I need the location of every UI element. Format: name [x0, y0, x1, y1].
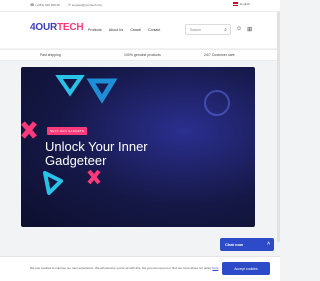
x-shape [87, 169, 101, 185]
site-logo[interactable]: 4OURTECH [30, 22, 84, 33]
phone-icon: ☎ [30, 3, 35, 7]
hero-badge: NEXT-GEN GADGETS [47, 127, 88, 135]
phone-contact[interactable]: ☎(+351) 220 309 00 [30, 3, 60, 7]
flag-icon [233, 2, 239, 6]
chevron-up-icon: ˄ [267, 241, 270, 247]
x-shape [21, 121, 37, 139]
nav-products[interactable]: Products [88, 28, 102, 32]
phone-number: (+351) 220 309 00 [35, 3, 60, 7]
triangle-shape [86, 78, 118, 104]
cookie-message-text: We use cookies to improve our user exper… [30, 266, 218, 270]
nav-contact[interactable]: Contact [148, 28, 160, 32]
cookie-banner: We use cookies to improve our user exper… [0, 256, 280, 281]
nav-cancel[interactable]: Cancel [130, 28, 141, 32]
logo-main-text: 4OUR [30, 22, 57, 33]
hero-banner[interactable]: NEXT-GEN GADGETS Unlock Your Inner Gadge… [21, 67, 255, 227]
page-scrollbar[interactable] [277, 12, 280, 242]
benefit-genuine-products: 100% genuine products [124, 53, 161, 57]
logo-accent-text: TECH [56, 22, 84, 33]
language-selector[interactable]: English [233, 2, 250, 6]
email-address: support@yourtech.tiny [71, 3, 102, 7]
chat-label: Chat now [225, 242, 243, 247]
accept-cookies-button[interactable]: Accept cookies [222, 262, 270, 275]
benefit-customer-care: 24/7 Customer care [204, 53, 235, 57]
cookie-policy-link[interactable]: here [212, 266, 218, 270]
triangle-shape [55, 75, 85, 97]
language-label: English [240, 2, 250, 6]
benefits-strip: Fast shipping 100% genuine products 24/7… [0, 49, 280, 61]
mail-icon: ✉ [67, 3, 71, 7]
circle-shape [204, 90, 230, 116]
triangle-shape [43, 171, 63, 195]
site-header: 4OURTECH Products About Us Cancel Contac… [0, 12, 280, 48]
contact-info: ☎(+351) 220 309 00 ✉support@yourtech.tin… [30, 3, 102, 7]
top-info-bar: ☎(+351) 220 309 00 ✉support@yourtech.tin… [0, 0, 280, 12]
nav-about-us[interactable]: About Us [109, 28, 123, 32]
cart-icon[interactable]: ⊞ [247, 26, 252, 33]
search-placeholder: Search [190, 28, 202, 32]
user-icon[interactable]: ☺ [236, 26, 242, 33]
search-input[interactable]: Search ⌕ [185, 24, 231, 35]
main-navigation: Products About Us Cancel Contact [88, 28, 160, 32]
hero-headline: Unlock Your Inner Gadgeteer [45, 139, 148, 168]
search-icon[interactable]: ⌕ [224, 27, 227, 33]
chat-now-button[interactable]: Chat now ˄ [220, 238, 274, 251]
email-contact[interactable]: ✉support@yourtech.tiny [68, 3, 102, 7]
cookie-message: We use cookies to improve our user exper… [30, 266, 212, 270]
header-icons: ☺ ⊞ [236, 26, 252, 33]
benefit-fast-shipping: Fast shipping [40, 53, 61, 57]
